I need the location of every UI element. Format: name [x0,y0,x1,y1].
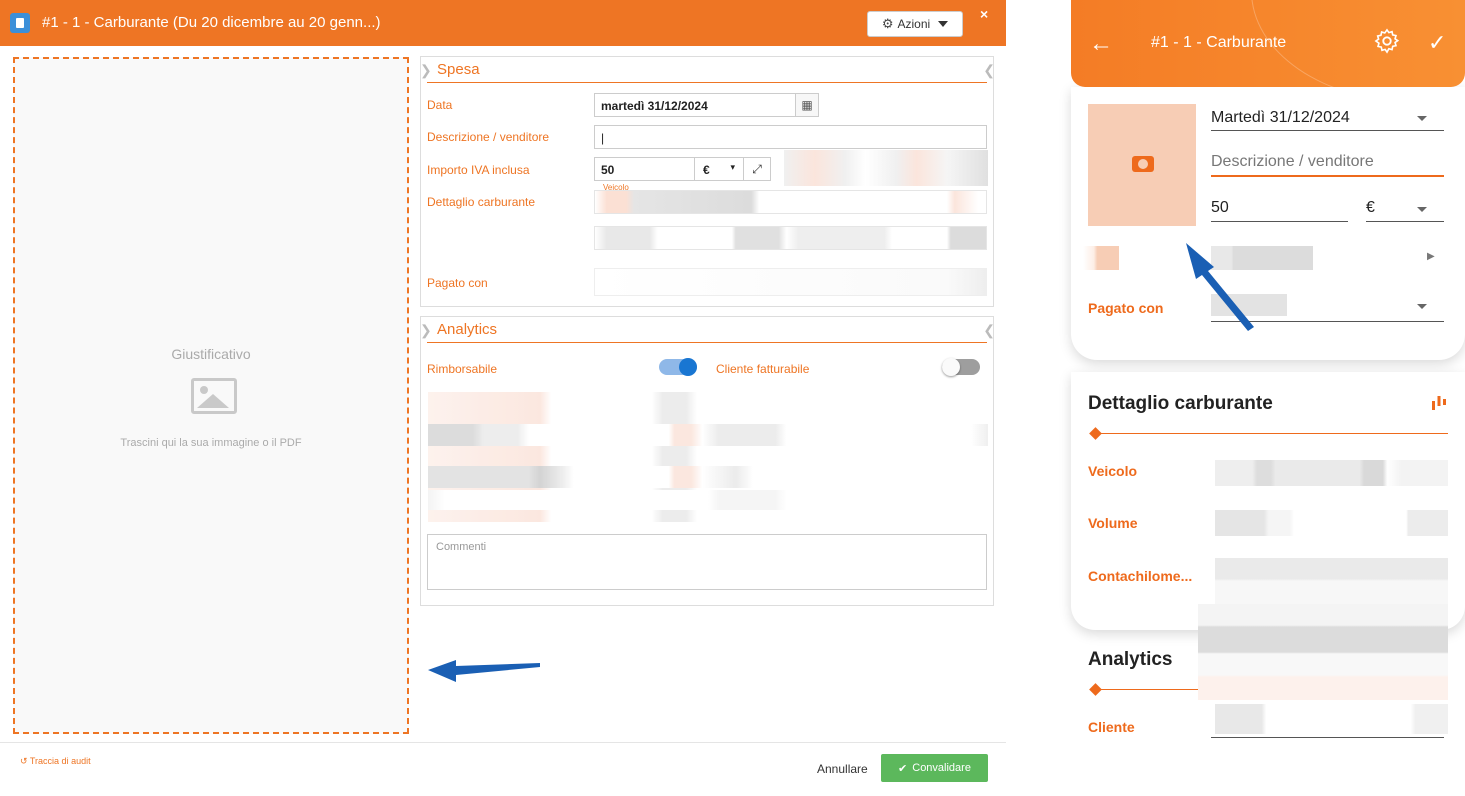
fuel-detail-label: Dettaglio carburante [427,195,536,209]
date-dropdown-icon[interactable] [1417,116,1427,121]
chevron-icon: ❮ [983,322,995,338]
blurred-content [784,150,988,186]
currency-select[interactable]: € ▾ [694,157,744,181]
analytics-blurred-content [428,392,988,522]
amount-input[interactable]: 50 [594,157,695,181]
arrow-left-annotation-icon [428,660,540,682]
gear-icon: ⚙ [881,16,894,31]
refundable-toggle[interactable] [659,358,697,376]
fuel-detail-title: Dettaglio carburante [1088,393,1273,414]
expand-icon[interactable]: ⤢ [743,157,771,181]
mobile-amount-input[interactable]: 50 [1211,199,1229,217]
mobile-volume-label: Volume [1088,515,1138,531]
dropzone-label: Giustificativo [171,346,251,362]
mobile-client-label: Cliente [1088,719,1135,735]
description-label: Descrizione / venditore [427,130,550,144]
chart-bars-icon[interactable] [1431,394,1447,412]
expense-dialog: #1 - 1 - Carburante (Du 20 dicembre au 2… [0,0,1006,796]
confirm-check-icon[interactable]: ✓ [1428,30,1446,56]
mobile-currency[interactable]: € [1366,199,1375,217]
description-underline [1211,175,1444,177]
mobile-description-input[interactable]: Descrizione / venditore [1211,153,1374,171]
actions-label: Azioni [897,17,931,31]
description-input[interactable]: | [594,125,987,149]
document-icon [10,13,30,33]
audit-trail-link[interactable]: ↺ Traccia di audit [20,756,91,767]
billable-client-label: Cliente fatturabile [716,362,810,376]
fuel-detail-blurred[interactable] [594,226,987,250]
amount-underline [1211,221,1348,222]
photo-upload-box[interactable] [1088,104,1196,226]
chevron-icon: ❮ [983,62,995,78]
receipt-dropzone[interactable]: Giustificativo Trascini qui la sua immag… [13,57,409,734]
refundable-label: Rimborsabile [427,362,498,376]
close-button[interactable]: × [980,6,988,22]
mobile-vehicle-label: Veicolo [1088,463,1138,479]
payment-select-blurred[interactable] [594,268,987,296]
amount-label: Importo IVA inclusa [427,163,530,177]
currency-value: € [703,163,710,177]
client-blurred[interactable] [1215,704,1448,734]
mobile-paid-with-label: Pagato con [1088,300,1164,316]
blurred-content [1083,246,1119,270]
footer-divider [0,742,1006,743]
spesa-title: Spesa [427,61,987,83]
billable-client-toggle[interactable] [942,358,980,376]
date-input[interactable]: martedì 31/12/2024 [594,93,796,117]
calendar-icon[interactable]: ▦ [795,93,819,117]
date-underline [1211,130,1444,131]
volume-blurred[interactable] [1215,510,1448,536]
currency-underline [1366,221,1444,222]
settings-gear-icon[interactable] [1373,27,1401,55]
validate-button[interactable]: ✔ Convalidare [881,754,988,782]
mobile-odometer-label: Contachilome... [1088,568,1193,584]
vehicle-select-blurred[interactable] [594,190,987,214]
section-divider [1095,433,1448,434]
cancel-button[interactable]: Annullare [817,762,868,776]
comments-textarea[interactable]: Commenti [427,534,987,590]
analytics-title: Analytics [427,321,987,343]
dropzone-hint: Trascini qui la sua immagine o il PDF [120,437,302,449]
mobile-analytics-title: Analytics [1088,649,1173,670]
mobile-date-value: Martedì 31/12/2024 [1211,109,1350,126]
arrow-up-annotation-icon [1186,243,1254,331]
back-arrow-icon[interactable]: ← [1089,30,1113,58]
date-label: Data [427,98,453,112]
vehicle-blurred[interactable] [1215,460,1448,486]
validate-label: Convalidare [912,762,971,774]
caret-down-icon [938,21,949,27]
client-underline [1211,737,1444,738]
dialog-title: #1 - 1 - Carburante (Du 20 dicembre au 2… [42,14,381,31]
odometer-blurred[interactable] [1215,558,1448,604]
camera-icon [1132,156,1154,172]
mobile-header: ← #1 - 1 - Carburante ✓ [1071,0,1465,87]
paid-with-label: Pagato con [427,276,488,290]
image-placeholder-icon [191,378,237,414]
payment-dropdown-icon[interactable] [1417,304,1427,309]
currency-dropdown-icon[interactable] [1417,207,1427,212]
check-icon: ✔ [898,762,908,775]
caret-right-icon[interactable]: ▶ [1427,251,1435,262]
dialog-header: #1 - 1 - Carburante (Du 20 dicembre au 2… [0,0,1006,46]
actions-dropdown-button[interactable]: ⚙ Azioni [867,11,963,37]
analytics-blurred [1198,604,1448,700]
mobile-title: #1 - 1 - Carburante [1151,34,1287,51]
audit-trail-label: Traccia di audit [29,756,91,766]
